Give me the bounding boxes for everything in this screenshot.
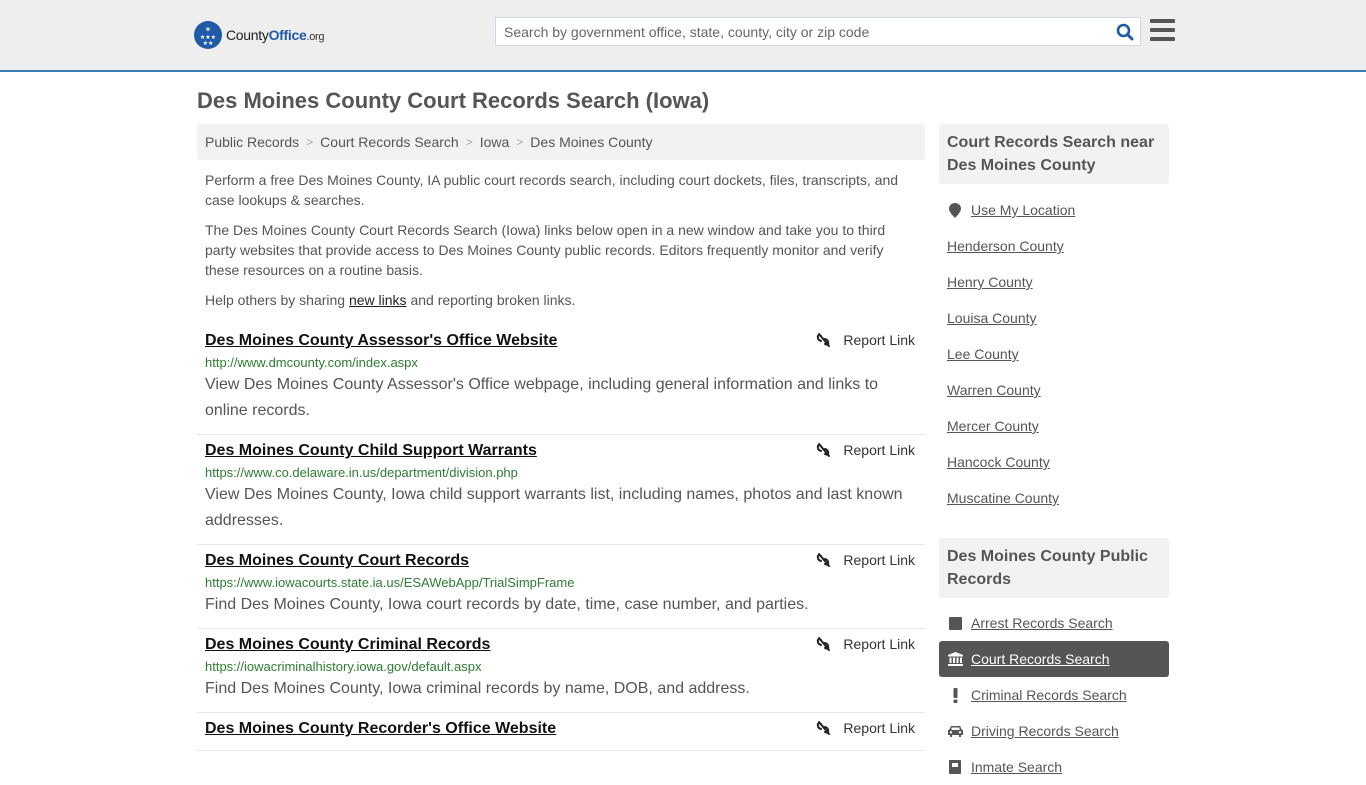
result-item: Des Moines County Criminal Records Repor… bbox=[197, 629, 925, 713]
arrest-records-link[interactable]: Arrest Records Search bbox=[971, 615, 1113, 631]
public-records-list: Arrest Records Search Court Records Sear… bbox=[939, 605, 1169, 785]
nearby-county-item[interactable]: Muscatine County bbox=[939, 480, 1169, 516]
site-header: ✶ ★★★ ★★ CountyOffice.org bbox=[0, 0, 1366, 72]
result-title-link[interactable]: Des Moines County Recorder's Office Webs… bbox=[205, 718, 556, 740]
eagle-badge-icon: ✶ ★★★ ★★ bbox=[194, 21, 222, 49]
exclamation-icon bbox=[947, 687, 963, 703]
result-description: View Des Moines County, Iowa child suppo… bbox=[205, 486, 903, 529]
breadcrumb-public-records[interactable]: Public Records bbox=[205, 134, 299, 150]
breadcrumb-separator: > bbox=[465, 135, 473, 149]
courthouse-icon bbox=[947, 651, 963, 667]
nearby-county-link[interactable]: Henderson County bbox=[947, 238, 1064, 254]
criminal-records-link[interactable]: Criminal Records Search bbox=[971, 687, 1127, 703]
nearby-county-item[interactable]: Hancock County bbox=[939, 444, 1169, 480]
report-link-button[interactable]: Report Link bbox=[815, 332, 915, 348]
public-record-item-driving[interactable]: Driving Records Search bbox=[939, 713, 1169, 749]
nearby-county-item[interactable]: Lee County bbox=[939, 336, 1169, 372]
site-logo[interactable]: ✶ ★★★ ★★ CountyOffice.org bbox=[194, 21, 325, 49]
broken-link-icon bbox=[817, 553, 831, 567]
result-description: Find Des Moines County, Iowa criminal re… bbox=[205, 680, 750, 697]
report-link-button[interactable]: Report Link bbox=[815, 442, 915, 458]
result-title-link[interactable]: Des Moines County Criminal Records bbox=[205, 634, 490, 656]
report-link-button[interactable]: Report Link bbox=[815, 720, 915, 736]
result-description: View Des Moines County Assessor's Office… bbox=[205, 376, 879, 419]
breadcrumb-iowa[interactable]: Iowa bbox=[480, 134, 510, 150]
court-records-link[interactable]: Court Records Search bbox=[971, 651, 1110, 667]
nearby-county-link[interactable]: Warren County bbox=[947, 382, 1041, 398]
use-my-location-item[interactable]: Use My Location bbox=[939, 192, 1169, 228]
nearby-county-link[interactable]: Henry County bbox=[947, 274, 1033, 290]
help-paragraph: Help others by sharing new links and rep… bbox=[205, 292, 576, 308]
driving-records-link[interactable]: Driving Records Search bbox=[971, 723, 1119, 739]
nearby-list: Use My Location Henderson County Henry C… bbox=[939, 192, 1169, 516]
broken-link-icon bbox=[817, 637, 831, 651]
result-item: Des Moines County Child Support Warrants… bbox=[197, 435, 925, 545]
nearby-county-item[interactable]: Henderson County bbox=[939, 228, 1169, 264]
hamburger-menu-icon[interactable] bbox=[1150, 19, 1175, 41]
broken-link-icon bbox=[817, 721, 831, 735]
inmate-search-link[interactable]: Inmate Search bbox=[971, 759, 1062, 775]
use-my-location-link[interactable]: Use My Location bbox=[971, 202, 1075, 218]
result-title-link[interactable]: Des Moines County Court Records bbox=[205, 550, 469, 572]
result-url[interactable]: http://www.dmcounty.com/index.aspx bbox=[205, 354, 917, 372]
car-icon bbox=[947, 723, 963, 739]
square-icon bbox=[947, 615, 963, 631]
breadcrumb-des-moines-county[interactable]: Des Moines County bbox=[530, 134, 652, 150]
map-pin-icon bbox=[947, 202, 963, 218]
result-description: Find Des Moines County, Iowa court recor… bbox=[205, 596, 809, 613]
nearby-county-link[interactable]: Muscatine County bbox=[947, 490, 1059, 506]
broken-link-icon bbox=[817, 443, 831, 457]
result-item: Des Moines County Assessor's Office Webs… bbox=[197, 325, 925, 435]
nearby-county-item[interactable]: Henry County bbox=[939, 264, 1169, 300]
public-record-item-court[interactable]: Court Records Search bbox=[939, 641, 1169, 677]
report-link-button[interactable]: Report Link bbox=[815, 552, 915, 568]
nearby-heading: Court Records Search near Des Moines Cou… bbox=[939, 124, 1169, 184]
nearby-county-item[interactable]: Mercer County bbox=[939, 408, 1169, 444]
page-title: Des Moines County Court Records Search (… bbox=[197, 88, 710, 113]
result-url[interactable]: https://www.co.delaware.in.us/department… bbox=[205, 464, 917, 482]
nearby-county-link[interactable]: Mercer County bbox=[947, 418, 1039, 434]
intro-paragraph: The Des Moines County Court Records Sear… bbox=[205, 222, 886, 278]
result-item: Des Moines County Recorder's Office Webs… bbox=[197, 713, 925, 751]
logo-text: CountyOffice.org bbox=[226, 27, 325, 43]
search-input[interactable] bbox=[496, 18, 1110, 45]
results-list: Des Moines County Assessor's Office Webs… bbox=[197, 325, 925, 751]
public-records-heading: Des Moines County Public Records bbox=[939, 538, 1169, 598]
breadcrumb: Public Records > Court Records Search > … bbox=[197, 124, 925, 160]
result-title-link[interactable]: Des Moines County Child Support Warrants bbox=[205, 440, 537, 462]
breadcrumb-separator: > bbox=[306, 135, 314, 149]
result-item: Des Moines County Court Records Report L… bbox=[197, 545, 925, 629]
intro-paragraph: Perform a free Des Moines County, IA pub… bbox=[205, 172, 899, 208]
public-record-item-inmate[interactable]: Inmate Search bbox=[939, 749, 1169, 785]
nearby-county-item[interactable]: Warren County bbox=[939, 372, 1169, 408]
broken-link-icon bbox=[817, 333, 831, 347]
breadcrumb-separator: > bbox=[516, 135, 524, 149]
search-icon[interactable] bbox=[1110, 18, 1140, 45]
public-record-item-criminal[interactable]: Criminal Records Search bbox=[939, 677, 1169, 713]
result-url[interactable]: https://www.iowacourts.state.ia.us/ESAWe… bbox=[205, 574, 917, 592]
report-link-button[interactable]: Report Link bbox=[815, 636, 915, 652]
result-url[interactable]: https://iowacriminalhistory.iowa.gov/def… bbox=[205, 658, 917, 676]
inmate-icon bbox=[947, 759, 963, 775]
breadcrumb-court-records-search[interactable]: Court Records Search bbox=[320, 134, 459, 150]
public-record-item-arrest[interactable]: Arrest Records Search bbox=[939, 605, 1169, 641]
nearby-county-item[interactable]: Louisa County bbox=[939, 300, 1169, 336]
nearby-county-link[interactable]: Lee County bbox=[947, 346, 1019, 362]
result-title-link[interactable]: Des Moines County Assessor's Office Webs… bbox=[205, 330, 557, 352]
nearby-county-link[interactable]: Louisa County bbox=[947, 310, 1037, 326]
search-box bbox=[495, 17, 1141, 46]
new-links-link[interactable]: new links bbox=[349, 292, 407, 308]
nearby-county-link[interactable]: Hancock County bbox=[947, 454, 1050, 470]
intro-text: Perform a free Des Moines County, IA pub… bbox=[205, 170, 917, 320]
